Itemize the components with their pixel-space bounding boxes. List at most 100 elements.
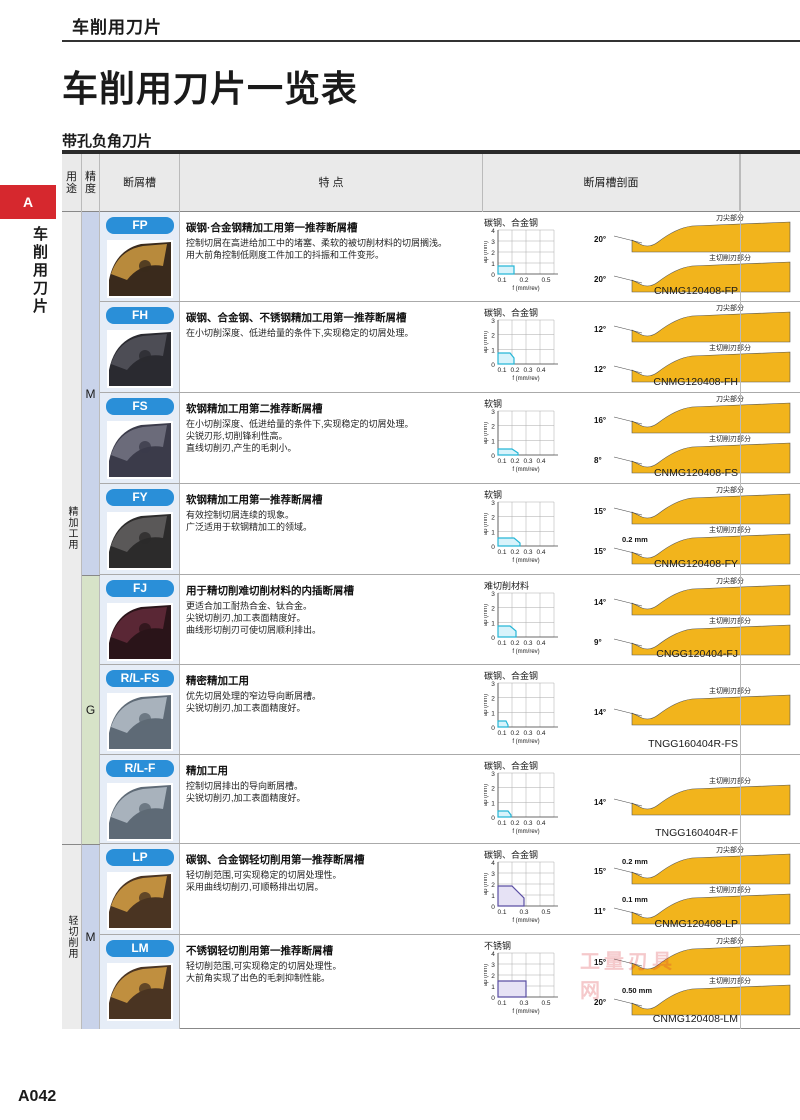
chart-svg: 3 2 1 00.1 0.2 0.3 0.4 f (mm/rev) ap (mm) (484, 500, 558, 564)
group-finish: 精加工用 (62, 212, 82, 844)
chart-y-label: ap (mm) (484, 331, 489, 353)
chart-y-tick: 4 (491, 860, 495, 867)
chart-y-tick: 0 (491, 362, 495, 369)
feature-line: 用大前角控制低刚度工件加工的抖振和工件变形。 (186, 250, 385, 260)
features-cell: 用于精切削难切削材料的内插断屑槽 更适合加工耐热合金、钛合金。 尖锐切削刃,加工表面… (186, 585, 476, 636)
chart-y-tick: 1 (491, 438, 495, 445)
chart-x-tick: 0.3 (523, 549, 532, 556)
table-row: FS 软钢精加工用第二推荐断屑槽 在小切削深度、低进给量的条件下,实现稳定的切屑处理… (100, 393, 800, 484)
chart-svg: 4 3 2 1 00.1 0.3 0.5f (mm/rev) ap (mm) (484, 860, 558, 924)
dimension-label: 0.2 mm (622, 857, 648, 866)
chart-x-tick: 0.1 (497, 1000, 506, 1007)
application-chart: 碳钢、合金钢 4 3 2 1 0 0.1 0.3 0.5 f (mm/rev) ap (mm) (484, 848, 584, 934)
chart-x-label: f (mm/rev) (512, 739, 539, 745)
breaker-code-badge[interactable]: FJ (106, 580, 174, 597)
th-precision: 精度 (82, 154, 100, 212)
profile-label: 主切削刃部分 (709, 253, 751, 262)
table-row: LM 不锈钢轻切削用第一推荐断屑槽 轻切削范围,可实现稳定的切屑处理性。 大前角实现了… (100, 935, 800, 1029)
model-number: CNMG120408-FS (653, 467, 738, 479)
chart-x-tick: 0.1 (497, 458, 506, 465)
features-cell: 碳钢、合金钢、不锈钢精加工用第一推荐断屑槽 在小切削深度、低进给量的条件下,实现稳… (186, 312, 476, 339)
table-row: FH 碳钢、合金钢、不锈钢精加工用第一推荐断屑槽 在小切削深度、低进给量的条件下,实… (100, 302, 800, 393)
chart-x-tick: 0.2 (510, 549, 519, 556)
insert-image (107, 330, 173, 388)
chart-x-tick: 0.1 (497, 909, 506, 916)
breaker-code-badge[interactable]: FY (106, 489, 174, 506)
chart-x-tick: 0.1 (497, 367, 506, 374)
chart-x-tick: 0.5 (541, 277, 550, 284)
chart-y-tick: 1 (491, 984, 495, 991)
chart-x-tick: 0.3 (519, 1000, 528, 1007)
chart-x-tick: 0.1 (497, 549, 506, 556)
feature-line: 轻切削范围,可实现稳定的切屑处理性。 (186, 961, 342, 971)
rake-angle: 12° (594, 365, 606, 374)
chart-y-label: ap (mm) (484, 513, 489, 535)
dimension-label: 0.2 mm (622, 535, 648, 544)
breaker-code-badge[interactable]: FP (106, 217, 174, 234)
rake-angle: 15° (594, 547, 606, 556)
breaker-code-badge[interactable]: FS (106, 398, 174, 415)
profile-label: 主切削刃部分 (709, 434, 751, 443)
chart-x-label: f (mm/rev) (512, 1009, 539, 1015)
th-use: 用途 (62, 154, 82, 212)
profile-label: 主切削刃部分 (709, 885, 751, 894)
chart-x-tick: 0.2 (510, 820, 519, 827)
th-features: 特 点 (180, 154, 483, 212)
breaker-cell: FH (100, 302, 180, 392)
angle-line (613, 638, 643, 647)
table-row: LP 碳钢、合金钢轻切削用第一推荐断屑槽 轻切削范围,可实现稳定的切屑处理性。 采用曲… (100, 844, 800, 935)
chart-x-tick: 0.1 (497, 640, 506, 647)
breaker-code-badge[interactable]: R/L-F (106, 760, 174, 777)
breaker-code-badge[interactable]: R/L-FS (106, 670, 174, 687)
chart-x-tick: 0.3 (523, 730, 532, 737)
insert-image (107, 963, 173, 1021)
chart-x-tick: 0.2 (510, 640, 519, 647)
feature-line: 直线切削刃,产生的毛刺小。 (186, 443, 297, 453)
chart-y-tick: 2 (491, 882, 495, 889)
chart-y-tick: 2 (491, 973, 495, 980)
chart-y-tick: 3 (491, 681, 495, 688)
model-number: CNMG120408-FH (653, 376, 738, 388)
chart-y-tick: 2 (491, 606, 495, 613)
breaker-profile-shape (631, 784, 791, 816)
chart-y-label: ap (mm) (484, 241, 489, 263)
rake-angle: 8° (594, 456, 602, 465)
feature-line: 尖锐切削刃,加工表面精度好。 (186, 793, 306, 803)
chart-y-tick: 0 (491, 453, 495, 460)
chart-y-tick: 0 (491, 544, 495, 551)
feature-line: 广泛适用于软钢精加工的领域。 (186, 522, 313, 532)
model-number: TNGG160404R-F (655, 827, 738, 839)
insert-image (107, 693, 173, 751)
insert-hole (139, 713, 151, 725)
rake-angle: 15° (594, 867, 606, 876)
insert-image (107, 783, 173, 841)
breaker-code-badge[interactable]: FH (106, 307, 174, 324)
chart-svg: 3 2 1 00.1 0.2 0.3 0.4 f (mm/rev) ap (mm) (484, 318, 558, 382)
breaker-code-badge[interactable]: LP (106, 849, 174, 866)
chart-x-tick: 0.4 (536, 730, 545, 737)
chart-svg: 4 3 2 1 00.1 0.3 0.5f (mm/rev) ap (mm) (484, 951, 558, 1015)
chart-y-tick: 1 (491, 620, 495, 627)
table-row: FY 软钢精加工用第一推荐断屑槽 有效控制切屑连续的现象。 广泛适用于软钢精加工的领域… (100, 484, 800, 575)
insert-hole (139, 892, 151, 904)
insert-image (107, 872, 173, 930)
chart-y-tick: 2 (491, 515, 495, 522)
breaker-cell: FS (100, 393, 180, 483)
insert-hole (139, 983, 151, 995)
insert-hole (139, 441, 151, 453)
chart-y-tick: 2 (491, 250, 495, 257)
breaker-code-badge[interactable]: LM (106, 940, 174, 957)
chart-y-label: ap (mm) (484, 604, 489, 626)
chart-y-tick: 4 (491, 228, 495, 235)
model-number: CNMG120408-FP (653, 285, 738, 297)
chart-range-area (497, 810, 512, 818)
angle-line (613, 416, 643, 425)
features-cell: 碳钢、合金钢轻切削用第一推荐断屑槽 轻切削范围,可实现稳定的切屑处理性。 采用曲线切… (186, 854, 476, 893)
angle-line (613, 275, 643, 284)
chart-range-area (497, 980, 527, 998)
application-chart: 不锈钢 4 3 2 1 0 0.1 0.3 0.5 f (mm/rev) ap (mm) (484, 939, 584, 1025)
chart-y-tick: 1 (491, 893, 495, 900)
model-number: CNMG120408-LP (654, 918, 738, 930)
side-tab-letter[interactable]: A (0, 185, 56, 219)
chart-y-tick: 2 (491, 424, 495, 431)
